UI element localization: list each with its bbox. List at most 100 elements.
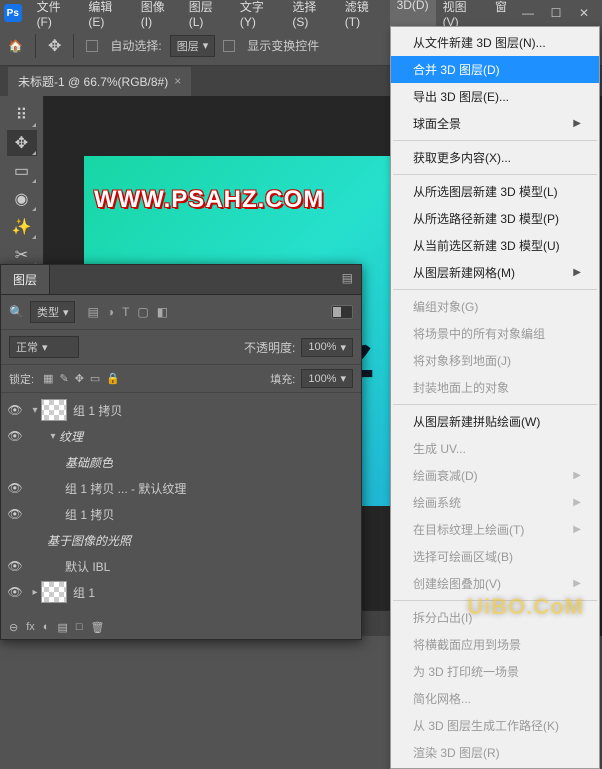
layer-thumbnail (41, 399, 67, 421)
lock-icon-3[interactable]: ▭ (90, 373, 100, 385)
tool-lasso[interactable]: ◉ (7, 186, 37, 212)
chevron-down-icon: ▾ (63, 306, 69, 319)
show-transform-checkbox[interactable] (223, 40, 235, 52)
expand-arrow-icon[interactable]: ▸ (29, 587, 41, 598)
window-maximize-button[interactable]: ☐ (542, 2, 570, 24)
menubar: Ps 文件(F)编辑(E)图像(I)图层(L)文字(Y)选择(S)滤镜(T)3D… (0, 0, 602, 26)
layer-footer-icon-4[interactable]: □ (76, 621, 83, 633)
menu3d-item: 封装地面上的对象 (391, 374, 599, 401)
menu3d-item[interactable]: 合并 3D 图层(D) (391, 56, 599, 83)
document-tab[interactable]: 未标题-1 @ 66.7%(RGB/8#) × (8, 67, 191, 96)
layer-row[interactable]: 基础颜色 (1, 449, 361, 475)
menu-item-3[interactable]: 图层(L) (182, 0, 233, 33)
tool-grab[interactable]: ⠿ (7, 102, 37, 128)
visibility-eye-icon[interactable]: 👁 (1, 403, 29, 417)
layers-tab[interactable]: 图层 (1, 265, 50, 294)
layer-row[interactable]: 👁▸组 1 (1, 579, 361, 605)
lock-icon-2[interactable]: ✥ (75, 373, 84, 385)
menu3d-item: 简化网格... (391, 685, 599, 712)
menu3d-item[interactable]: 从所选图层新建 3D 模型(L) (391, 178, 599, 205)
window-minimize-button[interactable]: — (514, 2, 542, 24)
menu3d-item[interactable]: 从当前选区新建 3D 模型(U) (391, 232, 599, 259)
layer-tree: 👁▾组 1 拷贝👁▾纹理基础颜色👁组 1 拷贝 ... - 默认纹理👁组 1 拷… (1, 393, 361, 615)
auto-select-checkbox[interactable] (86, 40, 98, 52)
layer-filter-type-dropdown[interactable]: 类型▾ (30, 301, 76, 323)
filter-icon-2[interactable]: T (122, 305, 129, 319)
tool-wand[interactable]: ✨ (7, 214, 37, 240)
opacity-input[interactable]: 100%▾ (301, 338, 353, 357)
layer-row[interactable]: 👁▾组 1 拷贝 (1, 397, 361, 423)
lock-icon-1[interactable]: ✎ (59, 373, 68, 385)
layer-row[interactable]: 👁 组 1 拷贝 (1, 501, 361, 527)
menu-item-5[interactable]: 选择(S) (285, 0, 337, 33)
visibility-eye-icon[interactable]: 👁 (1, 429, 29, 443)
fill-input[interactable]: 100%▾ (301, 369, 353, 388)
tool-marquee[interactable]: ▭ (7, 158, 37, 184)
search-icon: 🔍 (9, 305, 24, 319)
auto-select-target-dropdown[interactable]: 图层▾ (170, 35, 216, 57)
submenu-arrow-icon: ▶ (573, 578, 581, 589)
menu-separator (393, 289, 597, 290)
menu3d-item[interactable]: 获取更多内容(X)... (391, 144, 599, 171)
menu-3d-dropdown: 从文件新建 3D 图层(N)...合并 3D 图层(D)导出 3D 图层(E).… (390, 26, 600, 769)
menu3d-item[interactable]: 导出 3D 图层(E)... (391, 83, 599, 110)
menu3d-item[interactable]: 从图层新建拼贴绘画(W) (391, 408, 599, 435)
tool-move[interactable]: ✥ (7, 130, 37, 156)
app-logo: Ps (4, 4, 22, 22)
menu3d-item: 生成 UV... (391, 435, 599, 462)
filter-toggle[interactable] (331, 305, 353, 319)
move-tool-icon[interactable]: ✥ (48, 36, 61, 56)
menu-separator (393, 600, 597, 601)
layer-row[interactable]: 基于图像的光照 (1, 527, 361, 553)
home-icon[interactable]: 🏠 (8, 39, 23, 53)
lock-label: 锁定: (9, 371, 34, 387)
menu3d-item[interactable]: 球面全景▶ (391, 110, 599, 137)
blend-mode-dropdown[interactable]: 正常▾ (9, 336, 79, 358)
menu3d-item: 为 3D 打印统一场景 (391, 658, 599, 685)
submenu-arrow-icon: ▶ (573, 118, 581, 129)
layer-label: 默认 IBL (65, 558, 110, 575)
filter-icon-0[interactable]: ▤ (87, 305, 98, 319)
menu3d-item[interactable]: 从图层新建网格(M)▶ (391, 259, 599, 286)
layer-footer-icon-2[interactable]: ◐ (43, 621, 50, 633)
menu-item-2[interactable]: 图像(I) (134, 0, 182, 33)
expand-arrow-icon[interactable]: ▾ (29, 405, 41, 416)
menu-item-1[interactable]: 编辑(E) (81, 0, 133, 33)
show-transform-label: 显示变换控件 (247, 37, 319, 54)
menu3d-item[interactable]: 从所选路径新建 3D 模型(P) (391, 205, 599, 232)
menu3d-item: 渲染 3D 图层(R) (391, 739, 599, 766)
visibility-eye-icon[interactable]: 👁 (1, 481, 29, 495)
filter-icon-3[interactable]: ▢ (137, 305, 148, 319)
layer-label: 基础颜色 (65, 454, 113, 471)
layer-footer-icon-5[interactable]: 🗑 (91, 621, 105, 634)
lock-icon-4[interactable]: 🔒 (106, 373, 120, 385)
layer-label: 组 1 拷贝 (65, 506, 114, 523)
close-icon[interactable]: × (174, 74, 181, 88)
filter-icon-1[interactable]: ◑ (107, 305, 114, 319)
filter-icon-4[interactable]: ◧ (157, 305, 168, 319)
submenu-arrow-icon: ▶ (573, 470, 581, 481)
menu-item-0[interactable]: 文件(F) (30, 0, 82, 33)
chevron-down-icon: ▾ (203, 39, 209, 52)
layer-footer-icon-1[interactable]: fx (26, 621, 35, 633)
layer-row[interactable]: 👁 默认 IBL (1, 553, 361, 579)
lock-icon-0[interactable]: ▦ (43, 373, 53, 385)
visibility-eye-icon[interactable]: 👁 (1, 585, 29, 599)
menu-item-6[interactable]: 滤镜(T) (338, 0, 390, 33)
visibility-eye-icon[interactable]: 👁 (1, 559, 29, 573)
expand-arrow-icon[interactable]: ▾ (47, 431, 59, 442)
document-tab-title: 未标题-1 @ 66.7%(RGB/8#) (18, 73, 168, 90)
layer-thumbnail (41, 581, 67, 603)
visibility-eye-icon[interactable]: 👁 (1, 507, 29, 521)
menu3d-item[interactable]: 从文件新建 3D 图层(N)... (391, 29, 599, 56)
menu-item-4[interactable]: 文字(Y) (233, 0, 285, 33)
layer-row[interactable]: 👁组 1 拷贝 ... - 默认纹理 (1, 475, 361, 501)
layers-panel: 图层 ▤ 🔍 类型▾ ▤◑T▢◧ 正常▾ 不透明度: 100%▾ 锁定: ▦✎✥… (0, 264, 362, 640)
fill-label: 填充: (270, 371, 295, 387)
layer-footer-icon-3[interactable]: ▤ (57, 621, 67, 634)
submenu-arrow-icon: ▶ (573, 524, 581, 535)
window-close-button[interactable]: ✕ (570, 2, 598, 24)
panel-menu-icon[interactable]: ▤ (334, 265, 361, 294)
layer-footer-icon-0[interactable]: ⊖ (9, 621, 18, 634)
layer-row[interactable]: 👁▾纹理 (1, 423, 361, 449)
